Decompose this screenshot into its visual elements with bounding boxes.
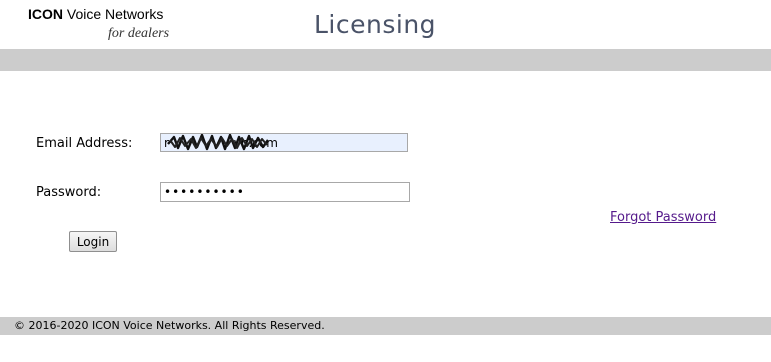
logo-tagline: for dealers bbox=[108, 26, 170, 41]
footer-bar: © 2016-2020 ICON Voice Networks. All Rig… bbox=[0, 317, 771, 335]
password-label: Password: bbox=[36, 185, 102, 200]
company-logo: ICON Voice Networks for dealers bbox=[28, 6, 188, 42]
logo-brand: ICON bbox=[28, 6, 63, 22]
email-label: Email Address: bbox=[36, 136, 133, 151]
logo-brand-rest: Voice Networks bbox=[63, 6, 164, 22]
password-field[interactable] bbox=[160, 182, 410, 202]
logo-name: ICON Voice Networks bbox=[28, 6, 188, 22]
licensing-page: ICON Voice Networks for dealers Licensin… bbox=[0, 0, 771, 362]
email-field[interactable] bbox=[160, 133, 408, 152]
forgot-password-link[interactable]: Forgot Password bbox=[610, 210, 716, 225]
copyright-text: © 2016-2020 ICON Voice Networks. All Rig… bbox=[14, 319, 325, 332]
login-button[interactable]: Login bbox=[69, 231, 117, 252]
page-title: Licensing bbox=[314, 10, 437, 39]
header-divider-bar bbox=[0, 49, 771, 71]
